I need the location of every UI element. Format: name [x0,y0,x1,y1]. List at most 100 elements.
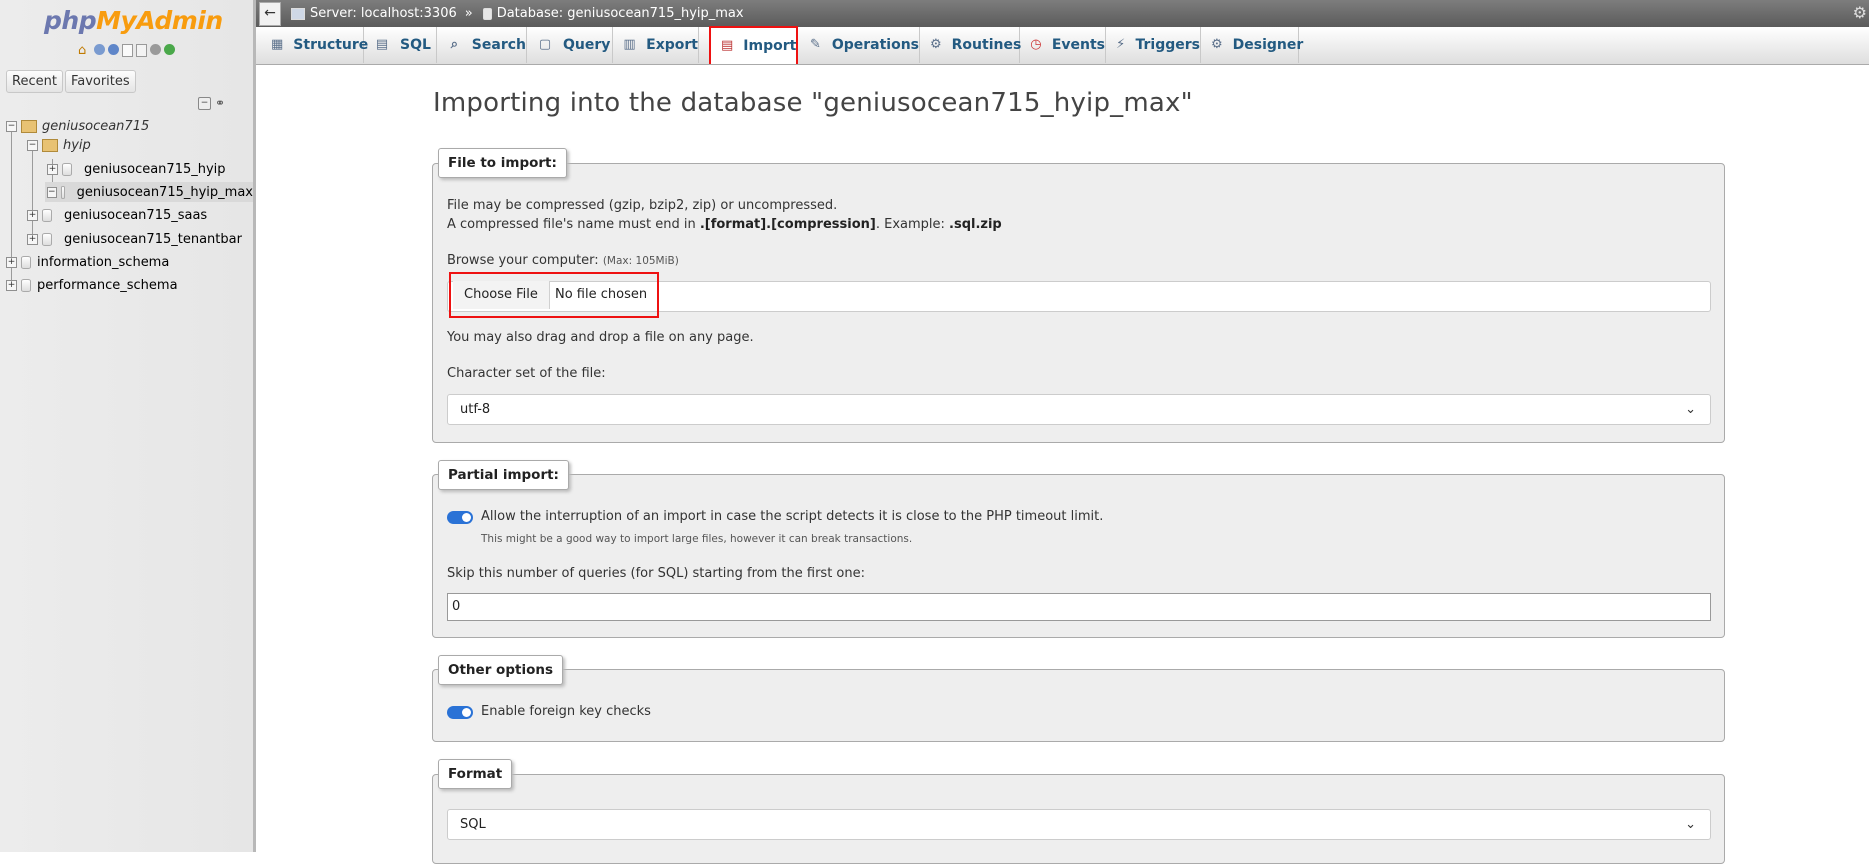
recent-tab[interactable]: Recent [6,70,63,93]
back-arrow-icon[interactable]: ← [259,1,281,26]
tab-label: Events [1051,37,1105,53]
database-group-icon [21,119,37,133]
home-icon[interactable]: ⌂ [78,44,91,57]
format-info-example: .sql.zip [949,217,1002,232]
collapse-icon[interactable]: − [6,120,17,132]
triggers-icon: ⚡ [1116,37,1126,52]
tab-search[interactable]: ⌕ Search [437,27,527,63]
breadcrumb-server-label: Server: localhost:3306 [310,6,457,21]
charset-select[interactable]: utf-8 ⌄ [447,394,1711,425]
no-file-chosen-text: No file chosen [555,287,648,302]
tree-item-geniusocean715[interactable]: − geniusocean715 [6,116,149,136]
breadcrumb-database[interactable]: Database: geniusocean715_hyip_max [482,6,744,21]
database-icon [21,255,31,269]
link-icon[interactable]: ⚭ [215,97,225,110]
foreign-key-checks-label: Enable foreign key checks [481,704,651,719]
database-icon [42,232,52,246]
skip-queries-input[interactable]: 0 [447,593,1711,621]
allow-interrupt-toggle[interactable] [447,511,473,524]
query-icon: ▢ [538,37,552,52]
favorites-tab[interactable]: Favorites [64,70,136,93]
database-tabs: ▦ Structure ▤ SQL ⌕ Search ▢ Query ▥ Export ▤… [256,26,1869,65]
tab-label: Operations [831,37,919,53]
tab-label: Triggers [1135,37,1201,53]
expand-icon[interactable]: + [47,163,58,175]
tab-routines[interactable]: ⚙ Routines [920,27,1021,63]
tree-item-label: information_schema [37,254,170,270]
tree-item-label: geniusocean715_tenantbar [64,231,242,247]
tab-export[interactable]: ▥ Export [613,27,699,63]
sql-icon: ▤ [375,37,389,52]
docs-icon[interactable] [122,44,133,57]
import-icon: ▤ [721,38,734,53]
tab-events[interactable]: ◷ Events [1020,27,1106,63]
server-icon [291,7,305,20]
format-select[interactable]: SQL ⌄ [447,809,1711,840]
search-icon: ⌕ [450,37,459,52]
help-icon[interactable] [108,44,119,55]
tab-structure[interactable]: ▦ Structure [261,27,368,63]
skip-queries-label: Skip this number of queries (for SQL) st… [447,566,865,581]
breadcrumb-separator: » [464,6,473,21]
format-info-bold: .[format].[compression] [699,217,876,232]
tree-item-geniusocean715-tenantbar[interactable]: + geniusocean715_tenantbar [27,229,242,249]
designer-icon: ⚙ [1211,37,1223,52]
tree-item-label: performance_schema [37,277,178,293]
tree-controls: − ⚭ [198,97,225,110]
format-fieldset: SQL ⌄ [432,774,1725,864]
tree-item-label: geniusocean715 [42,118,150,134]
tree-item-label: geniusocean715_saas [64,207,208,223]
partial-import-fieldset: Allow the interruption of an import in c… [432,474,1725,638]
breadcrumb-bar: ← Server: localhost:3306 » Database: gen… [256,0,1869,27]
settings-gear-icon[interactable]: ⚙ [1853,3,1867,22]
database-icon [42,208,52,222]
other-options-fieldset: Enable foreign key checks [432,669,1725,742]
tab-triggers[interactable]: ⚡ Triggers [1106,27,1201,63]
database-icon [21,278,31,292]
tree-item-geniusocean715-saas[interactable]: + geniusocean715_saas [27,205,207,225]
tab-sql[interactable]: ▤ SQL [364,27,437,63]
expand-icon[interactable]: + [27,233,38,245]
compression-format-info: A compressed file's name must end in .[f… [447,217,1002,232]
tree-item-hyip[interactable]: − hyip [27,135,91,155]
choose-file-button[interactable]: Choose File [453,281,550,309]
logout-icon[interactable] [94,44,105,55]
tab-label: Designer [1232,37,1304,53]
wrench-icon: ✎ [809,37,821,52]
collapse-all-icon[interactable]: − [198,97,211,110]
allow-interrupt-label: Allow the interruption of an import in c… [481,509,1104,524]
gear-icon[interactable] [150,44,161,55]
tab-query[interactable]: ▢ Query [527,27,613,63]
tab-label: Query [563,37,611,53]
tab-import[interactable]: ▤ Import [709,26,798,64]
navigation-sidebar: phpMyAdmin ⌂ Recent Favorites − ⚭ − geni… [0,0,256,852]
reload-icon[interactable] [164,44,175,55]
phpmyadmin-logo[interactable]: phpMyAdmin [44,6,223,35]
charset-label: Character set of the file: [447,366,606,381]
foreign-key-checks-toggle[interactable] [447,706,473,719]
other-options-legend: Other options [438,655,563,685]
tab-label: Import [743,38,797,54]
tab-operations[interactable]: ✎ Operations [799,27,920,63]
collapse-icon[interactable]: − [47,186,57,198]
partial-import-legend: Partial import: [438,460,569,490]
tree-item-information-schema[interactable]: + information_schema [6,252,169,272]
tree-item-geniusocean715-hyip-max[interactable]: − geniusocean715_hyip_max [45,182,253,202]
compression-info: File may be compressed (gzip, bzip2, zip… [447,198,838,213]
file-to-import-legend: File to import: [438,148,567,178]
format-legend: Format [438,759,513,789]
breadcrumb-server[interactable]: Server: localhost:3306 [291,6,457,21]
expand-icon[interactable]: + [6,256,17,268]
logo-php-text: php [44,6,97,35]
collapse-icon[interactable]: − [27,139,38,151]
format-info-mid: . Example: [875,217,950,232]
tree-item-performance-schema[interactable]: + performance_schema [6,275,178,295]
browse-label: Browse your computer: (Max: 105MiB) [447,253,679,268]
export-icon: ▥ [623,37,636,52]
format-info-prefix: A compressed file's name must end in [447,217,700,232]
expand-icon[interactable]: + [27,209,38,221]
sql-docs-icon[interactable] [136,44,147,57]
expand-icon[interactable]: + [6,279,17,291]
tree-item-geniusocean715-hyip[interactable]: + geniusocean715_hyip [47,159,226,179]
tab-designer[interactable]: ⚙ Designer [1201,27,1303,63]
